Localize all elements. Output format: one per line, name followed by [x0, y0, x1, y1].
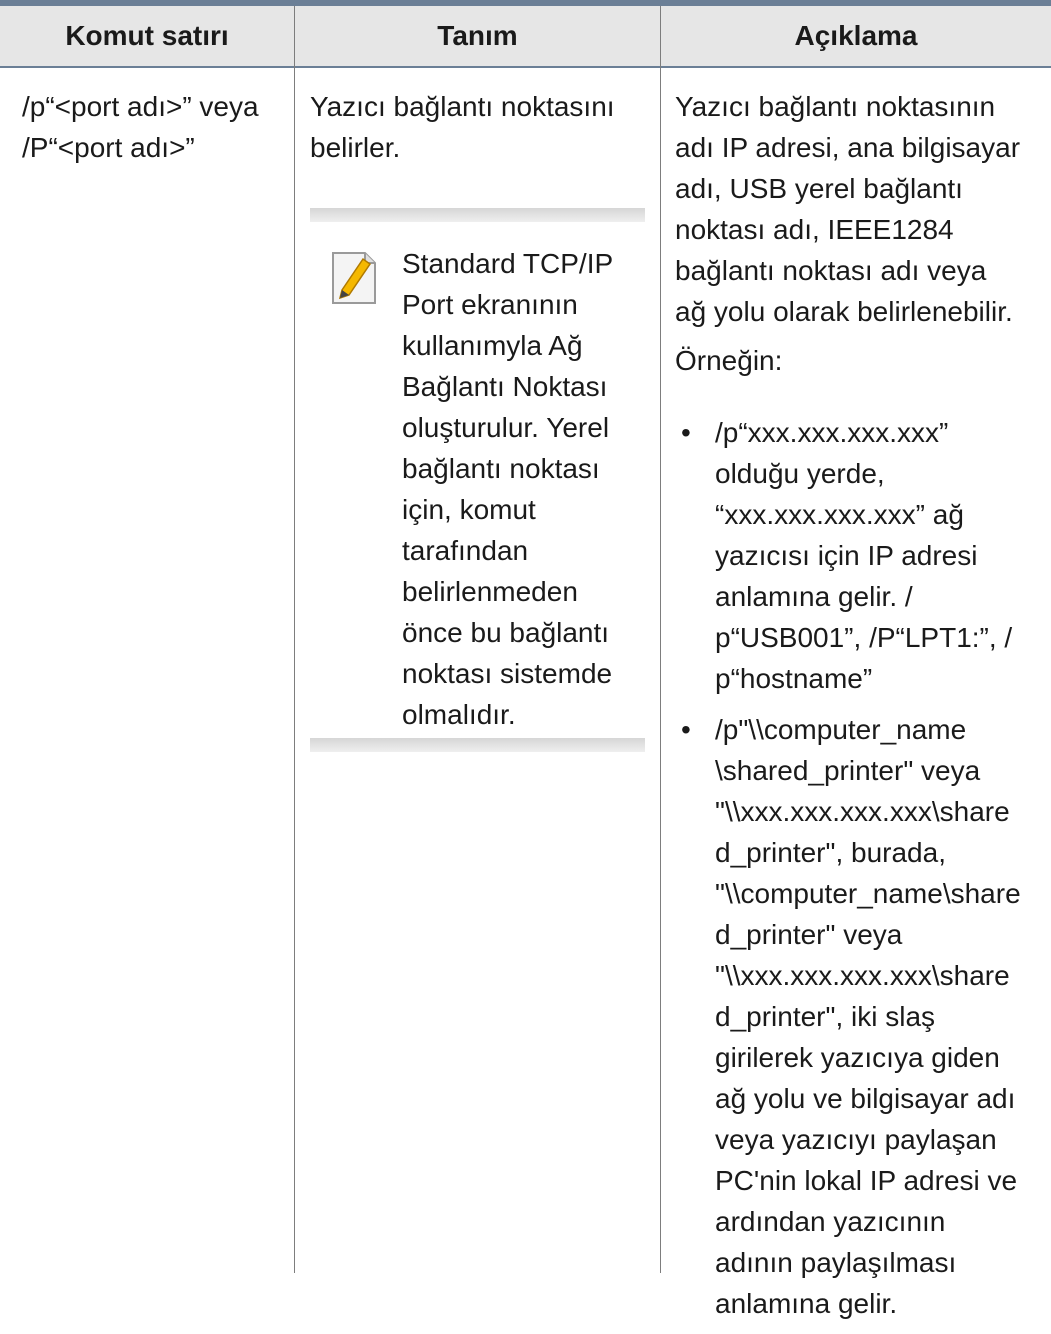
note-line: için, komut	[402, 494, 536, 525]
note-text: Standard TCP/IP Port ekranının kullanımy…	[402, 243, 647, 735]
list-item-line: ağ yolu ve bilgisayar adı	[715, 1083, 1016, 1114]
note-line: olmalıdır.	[402, 699, 516, 730]
list-item-line: yazıcısı için IP adresi	[715, 540, 978, 571]
example-label: Örneğin:	[675, 345, 783, 376]
command-line: /P“<port adı>”	[22, 132, 195, 163]
list-item-line: /p“xxx.xxx.xxx.xxx”	[715, 417, 949, 448]
note-line: noktası sistemde	[402, 658, 613, 689]
description-line: adı, USB yerel bağlantı	[675, 173, 963, 204]
list-item-line: ardından yazıcının	[715, 1206, 946, 1237]
description-line: bağlantı noktası adı veya	[675, 255, 987, 286]
list-item-line: "\\xxx.xxx.xxx.xxx\share	[715, 796, 1010, 827]
header-aciklama: Açıklama	[661, 6, 1051, 66]
command-line-cell: /p“<port adı>” veya /P“<port adı>”	[22, 86, 294, 168]
definition-line: Yazıcı bağlantı noktasını	[310, 91, 615, 122]
list-item-line: girilerek yazıcıya giden	[715, 1042, 1000, 1073]
list-item: • /p"\\computer_name \shared_printer" ve…	[675, 709, 1045, 1324]
note-line: kullanımyla Ağ	[402, 330, 583, 361]
note-line: önce bu bağlantı	[402, 617, 610, 648]
description-line: adı IP adresi, ana bilgisayar	[675, 132, 1021, 163]
description-line: noktası adı, IEEE1284	[675, 214, 954, 245]
header-rule	[0, 66, 1051, 68]
note-bottom-bar	[310, 738, 645, 752]
note-line: tarafından	[402, 535, 529, 566]
header-komut-satiri: Komut satırı	[0, 6, 294, 66]
note-line: bağlantı noktası	[402, 453, 600, 484]
list-item-line: /p"\\computer_name	[715, 714, 967, 745]
note-pencil-icon	[332, 252, 376, 304]
note-line: Bağlantı Noktası	[402, 371, 608, 402]
list-item-line: olduğu yerde,	[715, 458, 885, 489]
description-line: Yazıcı bağlantı noktasının	[675, 91, 996, 122]
note-line: Standard TCP/IP	[402, 248, 614, 279]
list-item-line: veya yazıcıyı paylaşan	[715, 1124, 997, 1155]
bullet-icon: •	[681, 714, 691, 745]
column-divider-2	[660, 6, 661, 1273]
list-item-line: anlamına gelir. /	[715, 581, 913, 612]
list-item-line: p“USB001”, /P“LPT1:”, /	[715, 622, 1013, 653]
list-item: • /p“xxx.xxx.xxx.xxx” olduğu yerde, “xxx…	[675, 412, 1045, 699]
note-top-bar	[310, 208, 645, 222]
list-item-line: "\\xxx.xxx.xxx.xxx\share	[715, 960, 1010, 991]
description-line: ağ yolu olarak belirlenebilir.	[675, 296, 1013, 327]
note-line: belirlenmeden	[402, 576, 578, 607]
column-divider-1	[294, 6, 295, 1273]
list-item-line: d_printer", iki slaş	[715, 1001, 936, 1032]
definition-line: belirler.	[310, 132, 401, 163]
bullet-icon: •	[681, 417, 691, 448]
list-item-line: adının paylaşılması	[715, 1247, 957, 1278]
list-item-line: anlamına gelir.	[715, 1288, 898, 1319]
list-item-line: p“hostname”	[715, 663, 873, 694]
list-item-line: d_printer", burada,	[715, 837, 946, 868]
header-tanim: Tanım	[295, 6, 660, 66]
list-item-line: \shared_printer" veya	[715, 755, 981, 786]
list-item-line: d_printer" veya	[715, 919, 903, 950]
command-line: /p“<port adı>” veya	[22, 91, 259, 122]
list-item-text: /p“xxx.xxx.xxx.xxx” olduğu yerde, “xxx.x…	[715, 412, 1045, 699]
example-list: • /p“xxx.xxx.xxx.xxx” olduğu yerde, “xxx…	[675, 412, 1045, 1334]
note-line: oluşturulur. Yerel	[402, 412, 610, 443]
definition-cell: Yazıcı bağlantı noktasını belirler.	[310, 86, 650, 168]
list-item-line: PC'nin lokal IP adresi ve	[715, 1165, 1018, 1196]
list-item-text: /p"\\computer_name \shared_printer" veya…	[715, 709, 1045, 1324]
description-cell: Yazıcı bağlantı noktasının adı IP adresi…	[675, 86, 1045, 332]
command-table: Komut satırı Tanım Açıklama /p“<port adı…	[0, 6, 1051, 1319]
note-line: Port ekranının	[402, 289, 578, 320]
list-item-line: “xxx.xxx.xxx.xxx” ağ	[715, 499, 964, 530]
list-item-line: "\\computer_name\share	[715, 878, 1021, 909]
